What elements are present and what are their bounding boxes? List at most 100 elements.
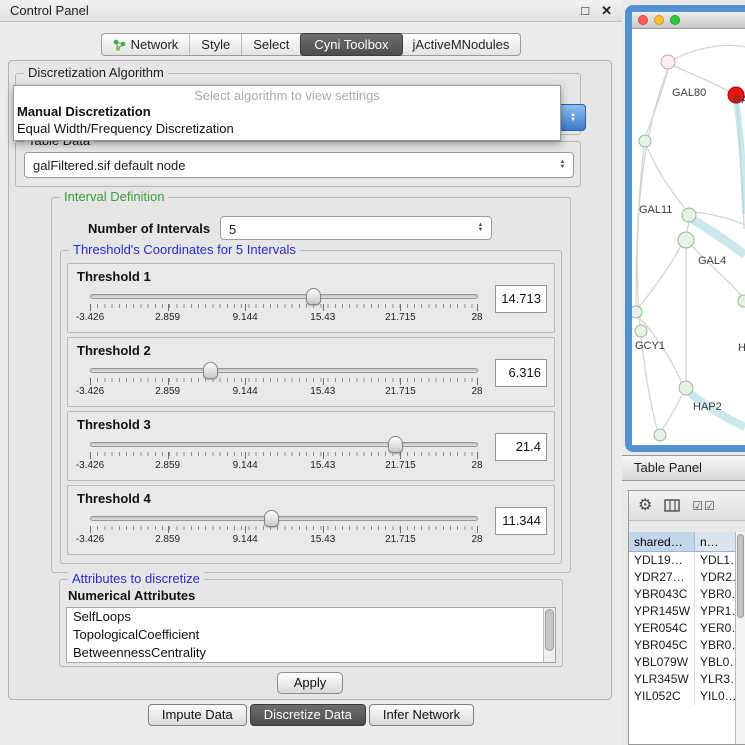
scrollbar-thumb[interactable] — [737, 534, 744, 618]
table-row[interactable]: YLR345WYLR3… — [629, 671, 735, 688]
top-tab-bar: Network Style Select Cyni Toolbox jActiv… — [0, 33, 622, 56]
zoom-window-icon[interactable] — [670, 15, 680, 25]
list-item[interactable]: BetweennessCentrality — [67, 644, 555, 662]
slider-track[interactable] — [90, 442, 478, 447]
attributes-scrollbar[interactable] — [543, 608, 555, 662]
threshold-4-slider[interactable]: -3.4262.8599.14415.4321.71528 — [90, 510, 478, 552]
algorithm-dropdown-popup: Select algorithm to view settings Manual… — [13, 85, 561, 141]
interval-definition-group: Interval Definition Number of Intervals … — [51, 197, 571, 573]
node-label: H — [738, 342, 745, 354]
threshold-1-slider[interactable]: -3.4262.8599.14415.4321.71528 — [90, 288, 478, 330]
table-row[interactable]: YBR045CYBR0… — [629, 637, 735, 654]
tab-infer-network[interactable]: Infer Network — [369, 704, 474, 726]
slider-thumb[interactable] — [388, 436, 403, 453]
column-header-shared-name[interactable]: shared… — [629, 532, 695, 551]
slider-scale: -3.4262.8599.14415.4321.71528 — [90, 534, 478, 546]
node-label: GA — [733, 94, 745, 106]
table-row[interactable]: YBL079WYBL0… — [629, 654, 735, 671]
list-item[interactable]: SelfLoops — [67, 608, 555, 626]
network-view-window: GAL80 GAL11 GAL4 GCY1 HAP2 GA H — [625, 5, 745, 452]
table-panel-window: ⚙ ☑☑ shared… n… YDL19…YDL1… YDR27…YDR2… … — [628, 490, 745, 745]
columns-icon[interactable] — [664, 499, 680, 512]
attributes-group-label: Attributes to discretize — [68, 571, 204, 586]
attributes-group: Attributes to discretize Numerical Attri… — [59, 579, 563, 667]
table-row[interactable]: YIL052CYIL0… — [629, 688, 735, 705]
minimize-window-icon[interactable] — [654, 15, 664, 25]
list-item[interactable]: TopologicalCoefficient — [67, 626, 555, 644]
threshold-1-value-field[interactable]: 14.713 — [495, 285, 547, 313]
table-row[interactable]: YDL19…YDL1… — [629, 552, 735, 569]
control-panel: Control Panel □ ✕ Network Style Select — [0, 0, 622, 745]
combo-stepper-icon[interactable]: ▲ ▼ — [560, 104, 586, 131]
node-label: HAP2 — [693, 401, 722, 413]
tab-discretize-data[interactable]: Discretize Data — [250, 704, 366, 726]
threshold-3-label: Threshold 3 — [77, 417, 151, 432]
node-label: GAL4 — [698, 255, 726, 267]
threshold-4-label: Threshold 4 — [77, 491, 151, 506]
slider-ticks — [90, 304, 478, 311]
threshold-2-value-field[interactable]: 6.316 — [495, 359, 547, 387]
tab-cyni-toolbox[interactable]: Cyni Toolbox — [300, 33, 402, 56]
table-row[interactable]: YPR145WYPR1… — [629, 603, 735, 620]
threshold-2-slider[interactable]: -3.4262.8599.14415.4321.71528 — [90, 362, 478, 404]
tab-style[interactable]: Style — [190, 34, 242, 55]
combo-stepper-icon[interactable]: ▲▼ — [474, 223, 487, 233]
algorithm-option-equal-width[interactable]: Equal Width/Frequency Discretization — [14, 120, 560, 137]
float-panel-icon[interactable]: □ — [581, 3, 589, 18]
table-data-value: galFiltered.sif default node — [33, 153, 549, 178]
combo-stepper-icon[interactable]: ▲▼ — [556, 160, 569, 170]
panel-title: Control Panel — [10, 3, 89, 18]
slider-scale: -3.4262.8599.14415.4321.71528 — [90, 386, 478, 398]
threshold-3-slider[interactable]: -3.4262.8599.14415.4321.71528 — [90, 436, 478, 478]
number-of-intervals-label: Number of Intervals — [88, 221, 210, 236]
close-panel-icon[interactable]: ✕ — [601, 3, 612, 19]
algorithm-placeholder: Select algorithm to view settings — [14, 88, 560, 103]
slider-track[interactable] — [90, 294, 478, 299]
node-label: GAL11 — [639, 204, 672, 216]
network-icon — [113, 39, 126, 51]
tab-select[interactable]: Select — [242, 34, 301, 55]
threshold-coordinates-group: Threshold's Coordinates for 5 Intervals … — [60, 250, 562, 564]
table-data-combobox[interactable]: galFiltered.sif default node ▲▼ — [24, 152, 574, 178]
slider-track[interactable] — [90, 516, 478, 521]
numerical-attributes-list[interactable]: SelfLoops TopologicalCoefficient Between… — [66, 607, 556, 663]
table-data-group: Table Data galFiltered.sif default node … — [15, 141, 581, 187]
numerical-attributes-label: Numerical Attributes — [68, 588, 195, 603]
table-header-row: shared… n… — [629, 532, 735, 552]
number-of-intervals-value: 5 — [229, 217, 467, 242]
apply-button[interactable]: Apply — [277, 672, 343, 694]
tab-impute-data[interactable]: Impute Data — [148, 704, 247, 726]
slider-thumb[interactable] — [264, 510, 279, 527]
network-window-titlebar[interactable] — [632, 12, 745, 29]
application-window: Control Panel □ ✕ Network Style Select — [0, 0, 745, 745]
control-panel-titlebar: Control Panel □ ✕ — [0, 0, 622, 22]
settings-gear-icon[interactable]: ⚙ — [638, 498, 652, 514]
table-row[interactable]: YDR27…YDR2… — [629, 569, 735, 586]
network-canvas[interactable]: GAL80 GAL11 GAL4 GCY1 HAP2 GA H — [632, 29, 745, 445]
tab-network[interactable]: Network — [102, 34, 191, 55]
scrollbar-thumb[interactable] — [545, 609, 554, 651]
select-columns-icon[interactable]: ☑☑ — [692, 500, 716, 512]
threshold-3-value-field[interactable]: 21.4 — [495, 433, 547, 461]
threshold-1-label: Threshold 1 — [77, 269, 151, 284]
slider-thumb[interactable] — [203, 362, 218, 379]
table-panel-title: Table Panel — [634, 460, 702, 475]
table-toolbar: ⚙ ☑☑ — [629, 491, 745, 521]
slider-track[interactable] — [90, 368, 478, 373]
threshold-4-value-field[interactable]: 11.344 — [495, 507, 547, 535]
slider-thumb[interactable] — [306, 288, 321, 305]
threshold-2-label: Threshold 2 — [77, 343, 151, 358]
tab-jactivemnodules[interactable]: jActiveMNodules — [402, 34, 521, 55]
table-scrollbar[interactable] — [735, 532, 745, 744]
algorithm-option-manual[interactable]: Manual Discretization — [14, 103, 560, 120]
threshold-4-row: Threshold 4 -3.4262.8599.14415.4321.7152… — [67, 485, 555, 555]
table-row[interactable]: YBR043CYBR0… — [629, 586, 735, 603]
cyni-toolbox-content: Discretization Algorithm ▲ ▼ Select algo… — [8, 60, 612, 700]
close-window-icon[interactable] — [638, 15, 648, 25]
discretization-algorithm-label: Discretization Algorithm — [24, 65, 168, 80]
table-panel-header: Table Panel — [622, 455, 745, 481]
node-label: GCY1 — [635, 340, 665, 352]
number-of-intervals-combobox[interactable]: 5 ▲▼ — [220, 216, 492, 240]
column-header-name[interactable]: n… — [695, 532, 735, 551]
table-row[interactable]: YER054CYER0… — [629, 620, 735, 637]
